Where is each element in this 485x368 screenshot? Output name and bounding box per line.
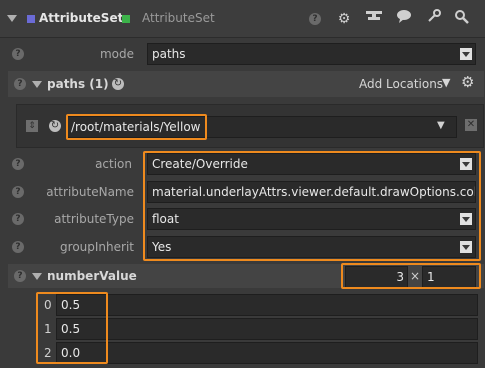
refresh-icon[interactable]: ↻ bbox=[49, 120, 61, 132]
chevron-down-icon[interactable]: ▼ bbox=[437, 120, 445, 131]
help-icon[interactable]: ? bbox=[14, 270, 26, 282]
chat-icon[interactable] bbox=[394, 9, 414, 29]
attribute-type-label: attributeType bbox=[54, 212, 134, 226]
gear-icon[interactable]: ⚙ bbox=[461, 73, 474, 91]
network-icon[interactable] bbox=[364, 9, 384, 29]
help-icon[interactable]: ? bbox=[309, 13, 321, 25]
attribute-name-label: attributeName bbox=[46, 185, 134, 199]
refresh-icon[interactable]: ↻ bbox=[112, 78, 124, 90]
chevron-down-icon[interactable]: ▼ bbox=[442, 76, 450, 89]
highlight-box bbox=[36, 292, 108, 364]
node-title: AttributeSet bbox=[39, 11, 124, 25]
drag-handle-icon[interactable]: ⇕ bbox=[26, 120, 38, 132]
action-label: action bbox=[95, 157, 132, 171]
mode-label: mode bbox=[99, 47, 134, 61]
collapse-paths-icon[interactable] bbox=[32, 81, 42, 88]
add-locations-button[interactable]: Add Locations bbox=[359, 77, 443, 91]
remove-path-icon[interactable]: ✕ bbox=[465, 119, 477, 131]
gear-icon[interactable]: ⚙ bbox=[334, 9, 354, 29]
number-value-field[interactable]: 0.5 bbox=[56, 294, 478, 316]
wrench-icon[interactable] bbox=[424, 9, 444, 29]
group-inherit-label: groupInherit bbox=[60, 240, 134, 254]
number-value-field[interactable]: 0.0 bbox=[56, 342, 478, 364]
highlight-box bbox=[143, 151, 481, 261]
number-value-field[interactable]: 0.5 bbox=[56, 318, 478, 340]
highlight-box bbox=[341, 263, 481, 289]
chevron-down-icon[interactable] bbox=[460, 48, 472, 60]
mode-value: paths bbox=[152, 47, 186, 61]
highlight-box bbox=[66, 114, 207, 140]
node-name: AttributeSet bbox=[142, 11, 215, 25]
search-icon[interactable] bbox=[452, 9, 472, 29]
paths-title: paths (1) bbox=[47, 77, 109, 91]
collapse-number-value-icon[interactable] bbox=[32, 273, 42, 280]
number-value-title: numberValue bbox=[47, 269, 137, 283]
collapse-node-icon[interactable] bbox=[7, 15, 17, 22]
help-icon[interactable]: ? bbox=[14, 78, 26, 90]
mode-dropdown[interactable]: paths bbox=[147, 43, 476, 65]
node-status-icon bbox=[122, 15, 130, 23]
node-type-icon bbox=[27, 15, 35, 23]
